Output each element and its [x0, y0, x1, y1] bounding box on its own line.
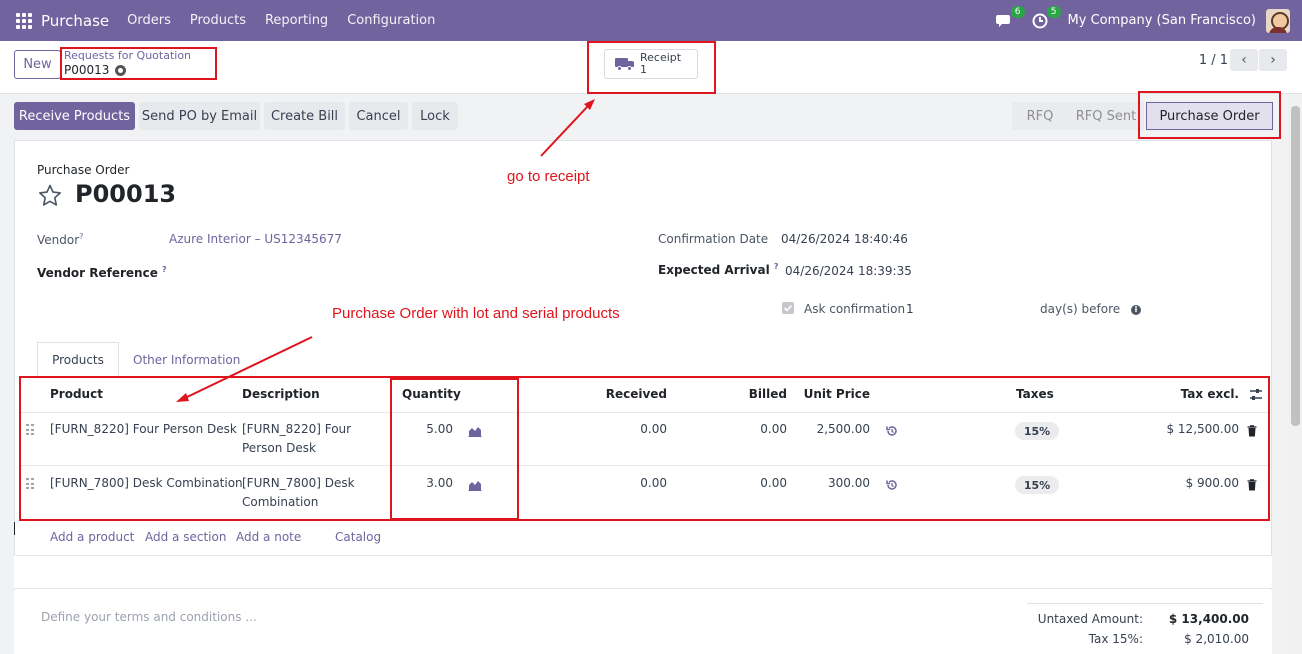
- arrow-to-products: [184, 336, 313, 399]
- arrow-to-receipt: [540, 105, 589, 157]
- arrow-head-products: [176, 393, 189, 402]
- annotation-arrows: [176, 99, 595, 402]
